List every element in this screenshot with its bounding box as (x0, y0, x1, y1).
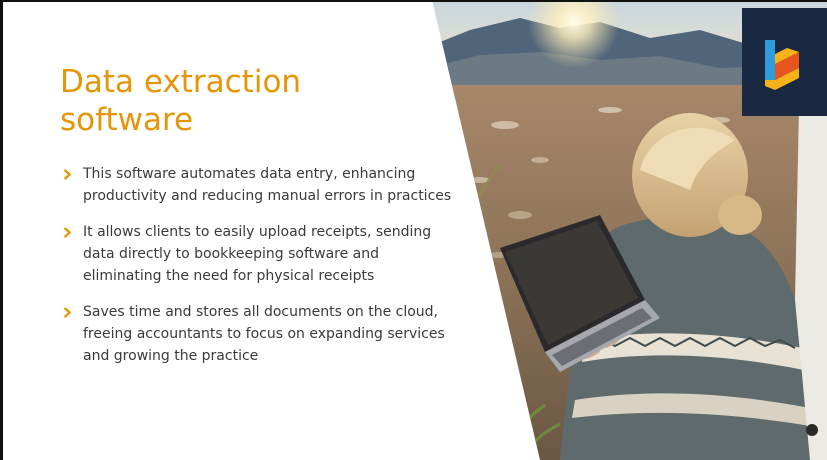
brand-logo (742, 8, 827, 116)
brand-logo-icon (765, 40, 799, 90)
slide: Data extraction software This software a… (0, 0, 827, 460)
frame-border-left (0, 0, 3, 460)
frame-border-top (0, 0, 827, 2)
hero-photo (432, 0, 827, 460)
